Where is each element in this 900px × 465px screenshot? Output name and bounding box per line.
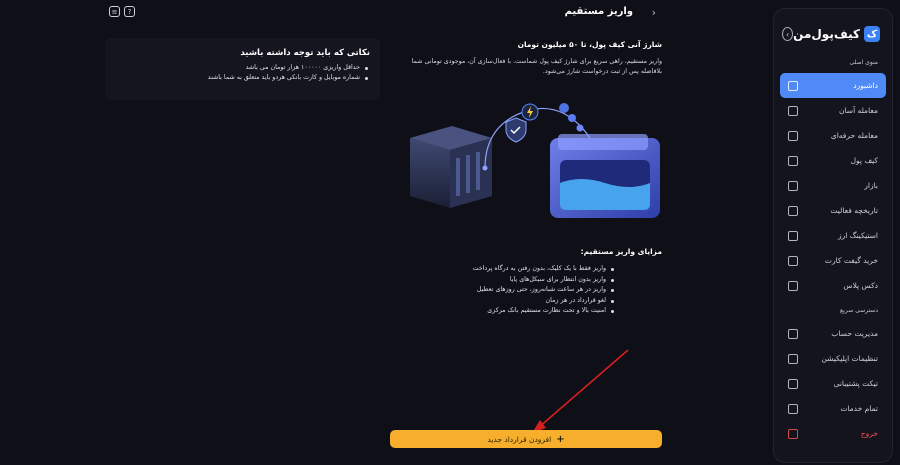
collapse-sidebar-icon[interactable]: ›	[782, 27, 794, 41]
sidebar-item-label: تمام خدمات	[840, 404, 878, 413]
sidebar-item-market[interactable]: بازار	[780, 173, 886, 198]
sidebar-item-label: کیف پول	[850, 156, 878, 165]
sidebar-item-exit[interactable]: خروج	[780, 421, 886, 446]
sidebar-item-account[interactable]: مدیریت حساب	[780, 321, 886, 346]
list-item: امنیت بالا و تحت نظارت مستقیم بانک مرکزی	[390, 307, 614, 314]
notes-card: نکاتی که باید توجه داشته باشید حداقل وار…	[105, 38, 380, 100]
annotation-arrow	[532, 349, 629, 433]
wallet-icon	[550, 134, 660, 218]
sidebar-item-label: تنظیمات اپلیکیشن	[821, 354, 878, 363]
dex-icon	[788, 280, 798, 291]
sidebar-item-label: خروج	[860, 429, 878, 438]
back-chevron-icon[interactable]: ›	[652, 6, 656, 19]
sidebar-item-easy-trade[interactable]: معامله آسان	[780, 98, 886, 123]
quick-nav: مدیریت حساب تنظیمات اپلیکیشن تیکت پشتیبا…	[780, 321, 886, 446]
sidebar-item-label: خرید گیفت کارت	[824, 256, 878, 265]
account-icon	[788, 328, 798, 339]
sidebar-item-label: معامله آسان	[839, 106, 878, 115]
section-title-main: منوی اصلی	[849, 59, 878, 66]
gift-icon	[788, 255, 798, 266]
plus-icon: +	[556, 433, 565, 445]
sidebar-item-label: مدیریت حساب	[831, 329, 878, 338]
add-contract-label: افزودن قرارداد جدید	[487, 434, 552, 444]
sidebar-item-pro-trade[interactable]: معامله حرفه‌ای	[780, 123, 886, 148]
page: › واریز مستقیم ? ≡ نکاتی که باید توجه دا…	[0, 0, 900, 465]
chat-icon[interactable]: ?	[124, 6, 135, 17]
add-contract-button[interactable]: + افزودن قرارداد جدید	[390, 430, 662, 448]
staking-icon	[788, 230, 798, 241]
sidebar-item-staking[interactable]: استیکینگ ارز	[780, 223, 886, 248]
swap-icon	[788, 105, 798, 116]
sidebar-item-dashboard[interactable]: داشبورد	[780, 73, 886, 98]
section-title-quick: دسترسی سریع	[840, 307, 878, 314]
list-item: لغو قرارداد در هر زمان	[390, 297, 614, 304]
calendar-icon	[788, 205, 798, 216]
notes-item: شماره موبایل و کارت بانکی هردو باید متعل…	[115, 74, 368, 81]
bank-icon	[410, 126, 492, 208]
brand-logo-icon: ک	[864, 26, 880, 42]
sidebar-item-label: تیکت پشتیبانی	[833, 379, 878, 388]
advantages-list: واریز فقط با یک کلیک، بدون رفتن به درگاه…	[390, 265, 662, 318]
intro-title: شارژ آنی کیف پول، تا ۵۰ میلیون تومان	[517, 40, 662, 49]
wallet-icon	[788, 155, 798, 166]
sidebar: ک کیف‌پول‌من › منوی اصلی داشبورد معامله …	[773, 8, 893, 463]
sidebar-item-all-services[interactable]: تمام خدمات	[780, 396, 886, 421]
sidebar-item-dex-plus[interactable]: دکس پلاس	[780, 273, 886, 298]
main-nav: داشبورد معامله آسان معامله حرفه‌ای کیف پ…	[780, 73, 886, 298]
sidebar-item-support-ticket[interactable]: تیکت پشتیبانی	[780, 371, 886, 396]
notes-title: نکاتی که باید توجه داشته باشید	[240, 48, 370, 58]
sidebar-item-label: داشبورد	[853, 81, 878, 90]
page-title: واریز مستقیم	[564, 6, 633, 17]
sidebar-item-label: استیکینگ ارز	[838, 231, 878, 240]
market-icon	[788, 180, 798, 191]
brand-name: کیف‌پول‌من	[793, 27, 860, 41]
sidebar-item-wallet[interactable]: کیف پول	[780, 148, 886, 173]
sidebar-item-label: تاریخچه فعالیت	[830, 206, 878, 215]
advantages-title: مزایای واریز مستقیم:	[580, 247, 662, 256]
sidebar-item-label: بازار	[864, 181, 878, 190]
sidebar-item-history[interactable]: تاریخچه فعالیت	[780, 198, 886, 223]
lightning-icon	[521, 103, 539, 121]
settings-icon	[788, 353, 798, 364]
logout-icon	[788, 428, 798, 439]
ticket-icon	[788, 378, 798, 389]
document-icon[interactable]: ≡	[109, 6, 120, 17]
direct-deposit-illustration	[410, 103, 660, 218]
list-item: واریز در هر ساعت شبانه‌روز، حتی روزهای ت…	[390, 286, 614, 293]
chart-icon	[788, 130, 798, 141]
notes-item: حداقل واریزی ۱۰۰۰۰۰ هزار تومان می باشد	[115, 64, 368, 71]
sidebar-item-label: معامله حرفه‌ای	[830, 131, 878, 140]
sidebar-item-settings[interactable]: تنظیمات اپلیکیشن	[780, 346, 886, 371]
sidebar-item-gift-card[interactable]: خرید گیفت کارت	[780, 248, 886, 273]
intro-text: واریز مستقیم، راهی سریع برای شارژ کیف پو…	[411, 58, 662, 76]
services-icon	[788, 403, 798, 414]
grid-icon	[788, 80, 798, 91]
shield-icon	[505, 117, 527, 143]
header: › واریز مستقیم ? ≡	[100, 6, 660, 22]
brand: ک کیف‌پول‌من ›	[782, 23, 880, 45]
brand-logo-group[interactable]: ک کیف‌پول‌من	[793, 26, 880, 42]
sidebar-item-label: دکس پلاس	[843, 281, 878, 290]
coins-icon	[559, 103, 584, 132]
list-item: واریز فقط با یک کلیک، بدون رفتن به درگاه…	[390, 265, 614, 272]
list-item: واریز بدون انتظار برای سیکل‌های پایا	[390, 276, 614, 283]
